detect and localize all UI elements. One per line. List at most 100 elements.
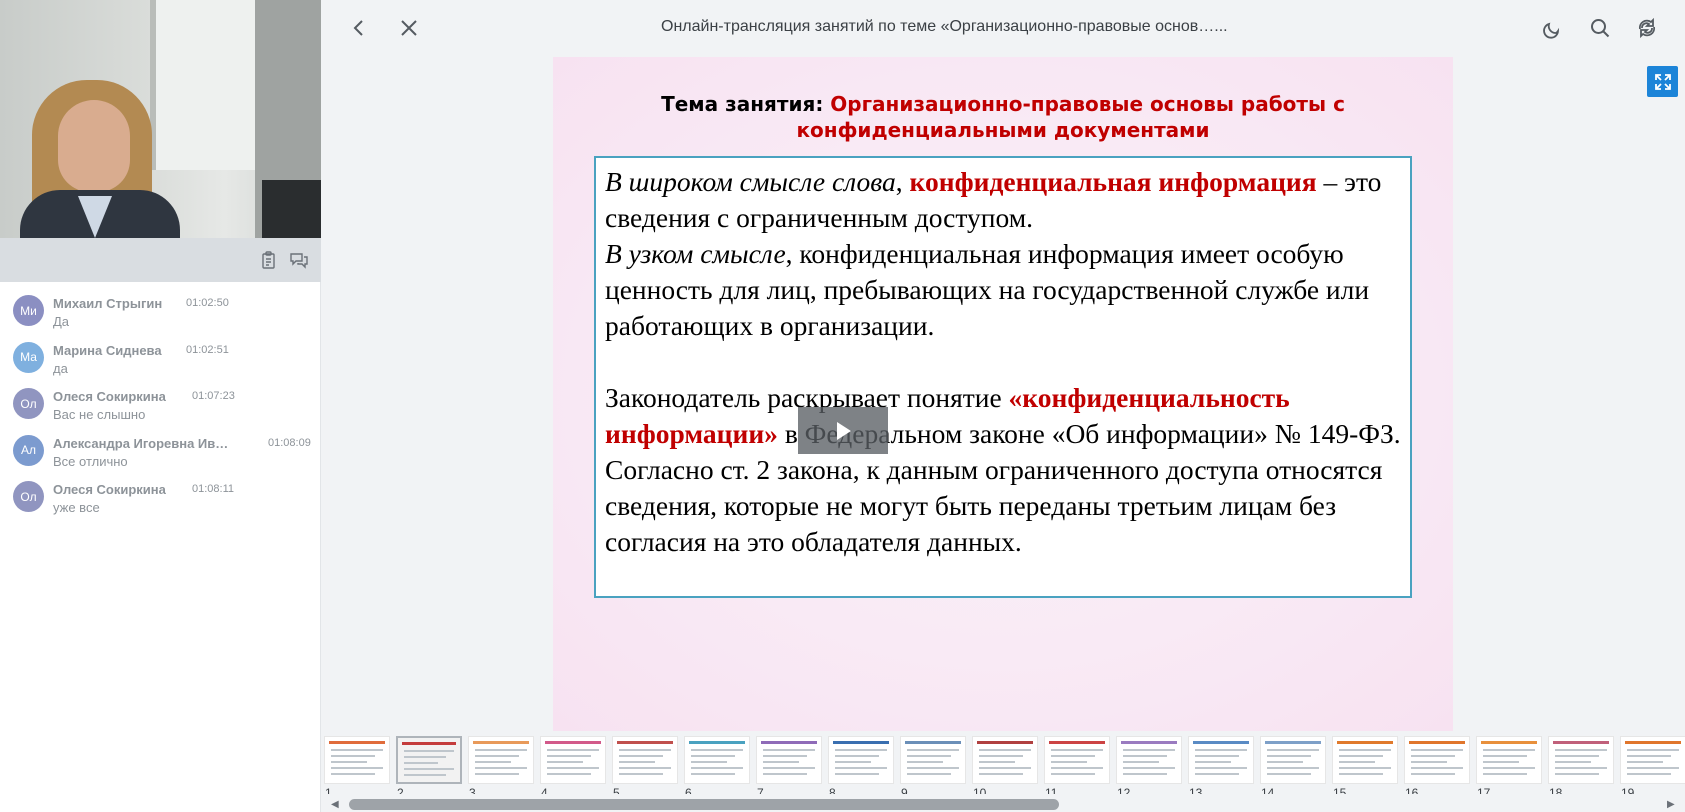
chat-message: Ми Михаил Стрыгин 01:02:50 Да	[0, 290, 321, 337]
expand-icon	[1654, 73, 1671, 90]
chat-message: Ол Олеся Сокиркина 01:07:23 Вас не слышн…	[0, 383, 321, 430]
slide-thumbnail[interactable]	[468, 736, 534, 784]
slide-thumbnails: 1 2 3 4 5 6 7 8 9 10 11 12 13 14 15 16 17 18 19	[321, 734, 1685, 794]
thumbnail-number: 2	[397, 786, 404, 794]
slide-text-box: В широком смысле слова, конфиденциальная…	[594, 156, 1412, 598]
video-toolbar	[0, 238, 321, 282]
avatar: Ол	[13, 388, 44, 419]
text: ,	[895, 166, 910, 197]
thumbnail-number: 19	[1621, 786, 1635, 794]
message-text: Вас не слышно	[53, 407, 146, 422]
search-icon[interactable]	[1588, 16, 1612, 40]
chat-message: Ал Александра Игоревна Ив… 01:08:09 Все …	[0, 430, 321, 477]
thumbnail-number: 12	[1117, 786, 1131, 794]
message-author: Олеся Сокиркина	[53, 482, 166, 497]
avatar: Ма	[13, 341, 44, 373]
app-window: Ми Михаил Стрыгин 01:02:50 Да Ма Марина …	[0, 0, 1685, 812]
italic-text: В узком смысле	[605, 238, 786, 269]
message-text: да	[53, 360, 68, 376]
highlight-text: конфиденциальная информация	[909, 166, 1317, 197]
close-icon[interactable]	[397, 16, 421, 40]
slide-thumbnail[interactable]	[612, 736, 678, 784]
thumbnail-number: 14	[1261, 786, 1275, 794]
scroll-right-icon[interactable]: ▶	[1667, 799, 1677, 810]
slide-thumbnail[interactable]	[1116, 736, 1182, 784]
slide-thumbnail[interactable]	[1260, 736, 1326, 784]
slide-paragraph-4: Согласно ст. 2 закона, к данным ограниче…	[605, 454, 1383, 557]
thumbnail-number: 5	[613, 786, 620, 794]
thumbnail-number: 6	[685, 786, 692, 794]
clipboard-icon[interactable]	[259, 250, 279, 270]
slide-thumbnail[interactable]	[396, 736, 462, 784]
scroll-left-icon[interactable]: ◀	[331, 799, 341, 810]
thumbnail-number: 16	[1405, 786, 1419, 794]
avatar: Ал	[13, 434, 44, 466]
slide-thumbnail[interactable]	[1332, 736, 1398, 784]
slide-paragraph-2: В узком смысле, конфиденциальная информа…	[605, 236, 1401, 344]
chevron-left-icon[interactable]	[347, 16, 371, 40]
thumbnail-number: 7	[757, 786, 764, 794]
message-time: 01:08:11	[192, 483, 235, 495]
avatar: Ми	[13, 295, 44, 326]
italic-text: В широком смысле слова	[605, 166, 896, 197]
message-text: Да	[53, 314, 70, 329]
chat-list: Ми Михаил Стрыгин 01:02:50 Да Ма Марина …	[0, 290, 321, 523]
message-text: Все отлично	[53, 453, 128, 469]
fullscreen-button[interactable]	[1647, 66, 1678, 97]
message-time: 01:02:51	[186, 343, 229, 356]
thumbnail-number: 1	[325, 786, 332, 794]
slide-thumbnail[interactable]	[972, 736, 1038, 784]
refresh-icon[interactable]	[1635, 16, 1659, 40]
slide-thumbnail[interactable]	[540, 736, 606, 784]
slide-thumbnail[interactable]	[1044, 736, 1110, 784]
chat-message: Ма Марина Сиднева 01:02:51 да	[0, 337, 321, 384]
slide-paragraph-1: В широком смысле слова, конфиденциальная…	[605, 164, 1401, 236]
message-time: 01:08:09	[268, 436, 311, 449]
scroll-thumb[interactable]	[349, 799, 1059, 810]
thumbnail-number: 10	[973, 786, 987, 794]
slide-thumbnail[interactable]	[1620, 736, 1685, 784]
slide-paragraph-3: Законодатель раскрывает понятие «конфиде…	[605, 380, 1401, 452]
slide-thumbnail[interactable]	[1476, 736, 1542, 784]
thumbnail-number: 13	[1189, 786, 1203, 794]
slide-title-main: Организационно-правовые основы работы с …	[796, 92, 1345, 142]
thumbnail-number: 8	[829, 786, 836, 794]
message-text: уже все	[53, 500, 100, 515]
left-panel: Ми Михаил Стрыгин 01:02:50 Да Ма Марина …	[0, 0, 321, 812]
play-button[interactable]	[798, 407, 888, 454]
thumbnail-number: 15	[1333, 786, 1347, 794]
slide-title-prefix: Тема занятия:	[661, 92, 831, 116]
thumbnail-number: 11	[1045, 786, 1058, 794]
top-bar: Онлайн-трансляция занятий по теме «Орган…	[321, 0, 1685, 56]
message-time: 01:02:50	[186, 297, 229, 309]
slide-thumbnail[interactable]	[756, 736, 822, 784]
slide-thumbnail[interactable]	[324, 736, 390, 784]
slide-thumbnail[interactable]	[1404, 736, 1470, 784]
thumbnail-number: 9	[901, 786, 908, 794]
slide-thumbnail[interactable]	[900, 736, 966, 784]
message-time: 01:07:23	[192, 390, 235, 402]
chat-message: Ол Олеся Сокиркина 01:08:11 уже все	[0, 476, 321, 523]
message-author: Олеся Сокиркина	[53, 389, 166, 404]
thumbnail-scrollbar[interactable]: ◀ ▶	[321, 796, 1685, 812]
slide-thumbnail[interactable]	[684, 736, 750, 784]
play-icon	[837, 421, 851, 440]
slide-title: Тема занятия: Организационно-правовые ос…	[553, 91, 1453, 143]
webcam-video[interactable]	[0, 0, 321, 238]
page-title: Онлайн-трансляция занятий по теме «Орган…	[661, 18, 1228, 35]
message-author: Александра Игоревна Ив…	[53, 435, 229, 451]
slide-thumbnail[interactable]	[1188, 736, 1254, 784]
chat-bubbles-icon[interactable]	[289, 250, 309, 270]
message-author: Михаил Стрыгин	[53, 296, 163, 311]
message-author: Марина Сиднева	[53, 342, 162, 358]
slide-thumbnail[interactable]	[828, 736, 894, 784]
thumbnail-number: 4	[541, 786, 548, 794]
thumbnail-number: 18	[1549, 786, 1563, 794]
avatar: Ол	[13, 481, 44, 512]
moon-icon[interactable]	[1540, 16, 1564, 40]
thumbnail-number: 17	[1477, 786, 1491, 794]
slide-thumbnail[interactable]	[1548, 736, 1614, 784]
thumbnail-number: 3	[469, 786, 476, 794]
slide-canvas: Тема занятия: Организационно-правовые ос…	[553, 57, 1453, 731]
